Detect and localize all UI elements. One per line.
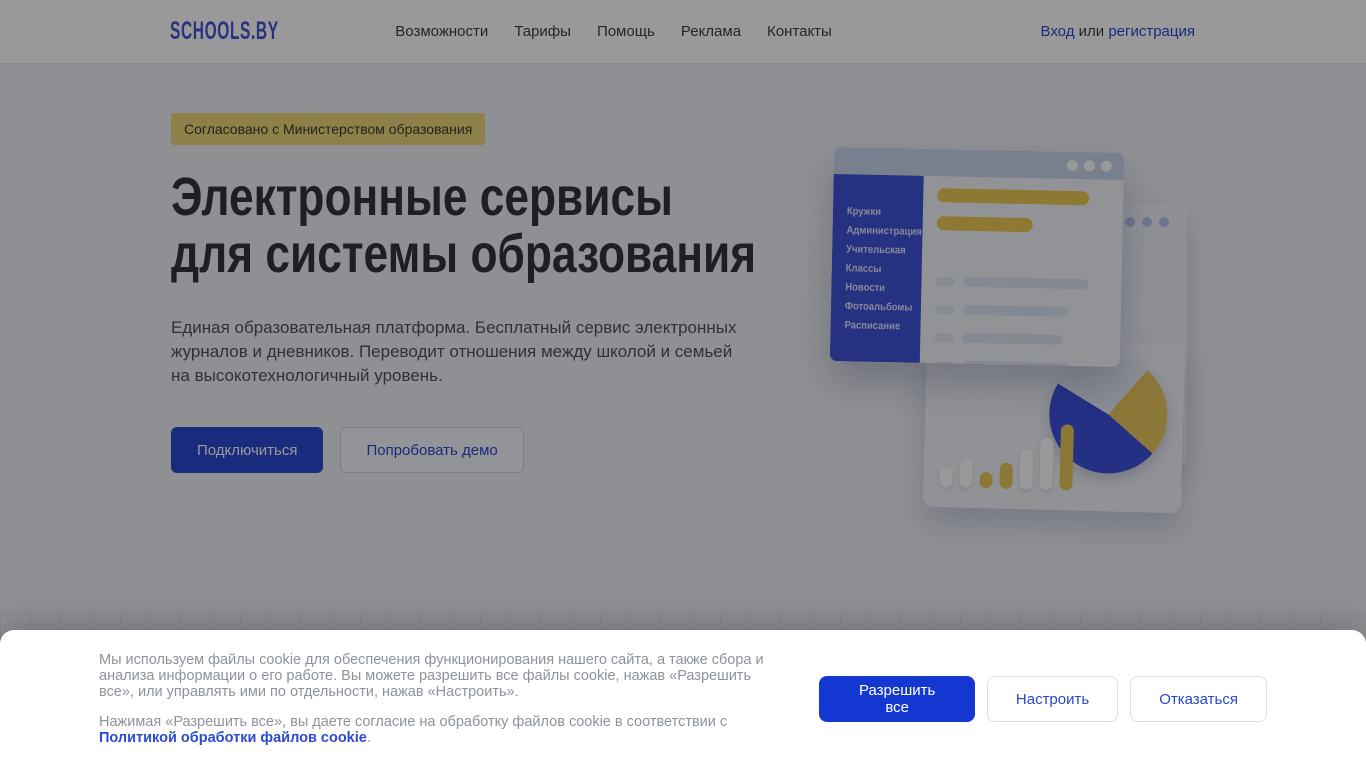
cookie-policy-link[interactable]: Политикой обработки файлов cookie (99, 730, 367, 746)
cookie-consent-banner: Мы используем файлы cookie для обеспечен… (0, 630, 1366, 768)
cookie-paragraph-1: Мы используем файлы cookie для обеспечен… (99, 652, 764, 700)
cookie-buttons: Разрешить все Настроить Отказаться (819, 676, 1267, 722)
decline-cookies-button[interactable]: Отказаться (1130, 676, 1267, 722)
configure-cookies-button[interactable]: Настроить (986, 676, 1119, 722)
cookie-paragraph-2-period: . (366, 730, 371, 746)
cookie-text: Мы используем файлы cookie для обеспечен… (99, 652, 779, 746)
cookie-paragraph-2-text: Нажимая «Разрешить все», вы даете соглас… (99, 714, 728, 730)
cookie-paragraph-2: Нажимая «Разрешить все», вы даете соглас… (99, 714, 779, 746)
allow-all-cookies-button[interactable]: Разрешить все (819, 676, 975, 722)
